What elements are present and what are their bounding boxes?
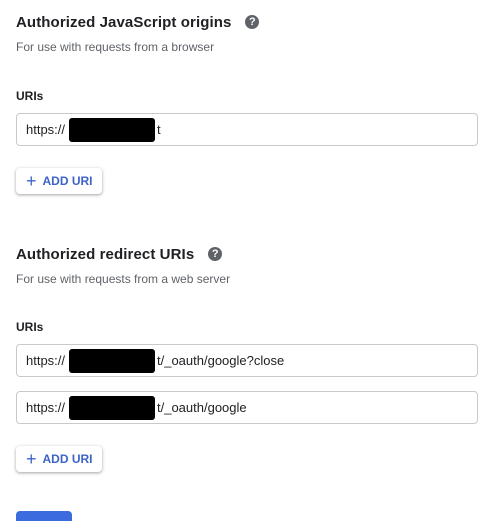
uri-prefix: https:// bbox=[26, 122, 66, 137]
js-origins-title: Authorized JavaScript origins bbox=[16, 13, 232, 31]
uri-prefix: https:// bbox=[26, 353, 66, 368]
js-origin-uri-field[interactable]: https:// t bbox=[16, 113, 480, 146]
redaction-bar bbox=[69, 396, 155, 420]
add-uri-label: ADD URI bbox=[42, 452, 93, 466]
redirect-uri-field[interactable]: https:// t/_oauth/google?close bbox=[16, 344, 480, 377]
js-origins-section: Authorized JavaScript origins ? For use … bbox=[16, 10, 480, 54]
js-origins-uris-label: URIs bbox=[16, 89, 44, 103]
uri-suffix: t/_oauth/google bbox=[157, 400, 247, 415]
redaction-bar bbox=[69, 118, 155, 142]
uri-prefix: https:// bbox=[26, 400, 66, 415]
redirect-title-row: Authorized redirect URIs ? bbox=[16, 242, 480, 266]
redirect-uris-section: Authorized redirect URIs ? For use with … bbox=[16, 242, 480, 287]
uri-suffix: t bbox=[157, 122, 161, 137]
redaction-bar bbox=[69, 349, 155, 373]
js-origins-title-row: Authorized JavaScript origins ? bbox=[16, 10, 480, 34]
add-js-origin-button[interactable]: + ADD URI bbox=[16, 168, 102, 194]
help-icon[interactable]: ? bbox=[208, 247, 223, 261]
plus-icon: + bbox=[26, 171, 37, 191]
uri-suffix: t/_oauth/google?close bbox=[157, 353, 285, 368]
help-icon[interactable]: ? bbox=[245, 15, 260, 29]
add-uri-label: ADD URI bbox=[42, 174, 93, 188]
add-redirect-uri-button[interactable]: + ADD URI bbox=[16, 446, 102, 472]
redirect-title: Authorized redirect URIs bbox=[16, 245, 195, 263]
js-origins-subtitle: For use with requests from a browser bbox=[16, 40, 215, 54]
redirect-subtitle: For use with requests from a web server bbox=[16, 272, 231, 286]
redirect-uri-field[interactable]: https:// t/_oauth/google bbox=[16, 391, 480, 424]
plus-icon: + bbox=[26, 449, 37, 469]
save-button[interactable] bbox=[16, 511, 72, 521]
redirect-uris-label: URIs bbox=[16, 320, 44, 334]
